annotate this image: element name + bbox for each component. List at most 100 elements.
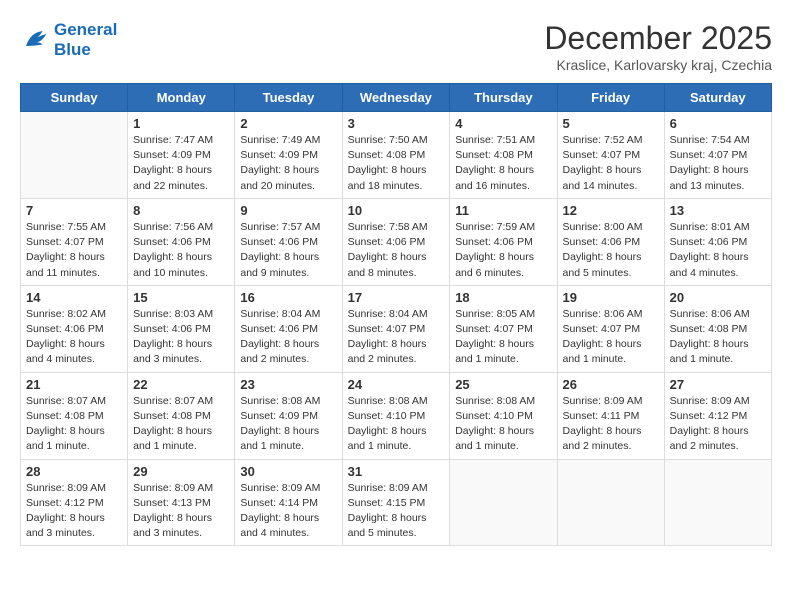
day-number: 9 (240, 203, 336, 218)
calendar-cell: 14 Sunrise: 8:02 AM Sunset: 4:06 PM Dayli… (21, 285, 128, 372)
day-info: Sunrise: 7:51 AM Sunset: 4:08 PM Dayligh… (455, 133, 551, 194)
weekday-header-friday: Friday (557, 84, 664, 112)
calendar-cell: 24 Sunrise: 8:08 AM Sunset: 4:10 PM Dayli… (342, 372, 450, 459)
day-number: 13 (670, 203, 766, 218)
day-number: 17 (348, 290, 445, 305)
day-number: 6 (670, 116, 766, 131)
calendar-cell: 8 Sunrise: 7:56 AM Sunset: 4:06 PM Daylig… (128, 198, 235, 285)
calendar-cell: 20Sunrise: 8:06 AM Sunset: 4:08 PM Dayli… (664, 285, 771, 372)
day-number: 14 (26, 290, 122, 305)
day-number: 12 (563, 203, 659, 218)
calendar-cell (557, 459, 664, 546)
calendar-table: SundayMondayTuesdayWednesdayThursdayFrid… (20, 83, 772, 546)
calendar-cell: 3 Sunrise: 7:50 AM Sunset: 4:08 PM Daylig… (342, 112, 450, 199)
page-header: General Blue December 2025 Kraslice, Kar… (20, 20, 772, 73)
weekday-header-row: SundayMondayTuesdayWednesdayThursdayFrid… (21, 84, 772, 112)
day-number: 15 (133, 290, 229, 305)
day-info: Sunrise: 8:08 AM Sunset: 4:10 PM Dayligh… (455, 394, 551, 455)
day-number: 31 (348, 464, 445, 479)
day-info: Sunrise: 8:02 AM Sunset: 4:06 PM Dayligh… (26, 307, 122, 368)
day-info: Sunrise: 7:55 AM Sunset: 4:07 PM Dayligh… (26, 220, 122, 281)
day-number: 18 (455, 290, 551, 305)
day-info: Sunrise: 7:52 AM Sunset: 4:07 PM Dayligh… (563, 133, 659, 194)
title-block: December 2025 Kraslice, Karlovarsky kraj… (544, 20, 772, 73)
day-number: 11 (455, 203, 551, 218)
calendar-cell: 21Sunrise: 8:07 AM Sunset: 4:08 PM Dayli… (21, 372, 128, 459)
weekday-header-monday: Monday (128, 84, 235, 112)
day-number: 1 (133, 116, 229, 131)
calendar-cell: 13Sunrise: 8:01 AM Sunset: 4:06 PM Dayli… (664, 198, 771, 285)
day-number: 10 (348, 203, 445, 218)
calendar-week-3: 14 Sunrise: 8:02 AM Sunset: 4:06 PM Dayli… (21, 285, 772, 372)
weekday-header-wednesday: Wednesday (342, 84, 450, 112)
calendar-cell: 7 Sunrise: 7:55 AM Sunset: 4:07 PM Daylig… (21, 198, 128, 285)
day-info: Sunrise: 8:09 AM Sunset: 4:13 PM Dayligh… (133, 481, 229, 542)
calendar-cell: 29 Sunrise: 8:09 AM Sunset: 4:13 PM Dayli… (128, 459, 235, 546)
day-info: Sunrise: 8:09 AM Sunset: 4:14 PM Dayligh… (240, 481, 336, 542)
day-info: Sunrise: 7:54 AM Sunset: 4:07 PM Dayligh… (670, 133, 766, 194)
month-title: December 2025 (544, 20, 772, 57)
calendar-cell: 17Sunrise: 8:04 AM Sunset: 4:07 PM Dayli… (342, 285, 450, 372)
calendar-cell: 27Sunrise: 8:09 AM Sunset: 4:12 PM Dayli… (664, 372, 771, 459)
day-info: Sunrise: 7:49 AM Sunset: 4:09 PM Dayligh… (240, 133, 336, 194)
day-info: Sunrise: 7:59 AM Sunset: 4:06 PM Dayligh… (455, 220, 551, 281)
calendar-week-5: 28Sunrise: 8:09 AM Sunset: 4:12 PM Dayli… (21, 459, 772, 546)
day-number: 25 (455, 377, 551, 392)
day-info: Sunrise: 8:09 AM Sunset: 4:15 PM Dayligh… (348, 481, 445, 542)
day-info: Sunrise: 8:00 AM Sunset: 4:06 PM Dayligh… (563, 220, 659, 281)
day-number: 19 (563, 290, 659, 305)
day-info: Sunrise: 8:09 AM Sunset: 4:12 PM Dayligh… (26, 481, 122, 542)
calendar-cell: 25 Sunrise: 8:08 AM Sunset: 4:10 PM Dayli… (450, 372, 557, 459)
day-number: 26 (563, 377, 659, 392)
day-number: 30 (240, 464, 336, 479)
calendar-cell: 5 Sunrise: 7:52 AM Sunset: 4:07 PM Daylig… (557, 112, 664, 199)
logo-icon (20, 25, 50, 55)
day-number: 7 (26, 203, 122, 218)
day-info: Sunrise: 8:06 AM Sunset: 4:07 PM Dayligh… (563, 307, 659, 368)
day-number: 8 (133, 203, 229, 218)
calendar-cell: 26 Sunrise: 8:09 AM Sunset: 4:11 PM Dayli… (557, 372, 664, 459)
calendar-cell: 19 Sunrise: 8:06 AM Sunset: 4:07 PM Dayli… (557, 285, 664, 372)
calendar-cell (21, 112, 128, 199)
day-info: Sunrise: 8:07 AM Sunset: 4:08 PM Dayligh… (26, 394, 122, 455)
weekday-header-sunday: Sunday (21, 84, 128, 112)
weekday-header-thursday: Thursday (450, 84, 557, 112)
weekday-header-tuesday: Tuesday (235, 84, 342, 112)
day-info: Sunrise: 7:50 AM Sunset: 4:08 PM Dayligh… (348, 133, 445, 194)
day-info: Sunrise: 8:08 AM Sunset: 4:10 PM Dayligh… (348, 394, 445, 455)
calendar-cell: 28Sunrise: 8:09 AM Sunset: 4:12 PM Dayli… (21, 459, 128, 546)
day-info: Sunrise: 7:56 AM Sunset: 4:06 PM Dayligh… (133, 220, 229, 281)
day-number: 16 (240, 290, 336, 305)
calendar-cell: 16Sunrise: 8:04 AM Sunset: 4:06 PM Dayli… (235, 285, 342, 372)
day-info: Sunrise: 7:57 AM Sunset: 4:06 PM Dayligh… (240, 220, 336, 281)
calendar-week-4: 21Sunrise: 8:07 AM Sunset: 4:08 PM Dayli… (21, 372, 772, 459)
day-number: 3 (348, 116, 445, 131)
calendar-cell: 4 Sunrise: 7:51 AM Sunset: 4:08 PM Daylig… (450, 112, 557, 199)
day-info: Sunrise: 7:58 AM Sunset: 4:06 PM Dayligh… (348, 220, 445, 281)
calendar-cell (664, 459, 771, 546)
calendar-cell: 31 Sunrise: 8:09 AM Sunset: 4:15 PM Dayli… (342, 459, 450, 546)
calendar-cell: 11 Sunrise: 7:59 AM Sunset: 4:06 PM Dayli… (450, 198, 557, 285)
day-info: Sunrise: 7:47 AM Sunset: 4:09 PM Dayligh… (133, 133, 229, 194)
logo: General Blue (20, 20, 117, 60)
calendar-cell: 23Sunrise: 8:08 AM Sunset: 4:09 PM Dayli… (235, 372, 342, 459)
calendar-cell: 22Sunrise: 8:07 AM Sunset: 4:08 PM Dayli… (128, 372, 235, 459)
day-number: 4 (455, 116, 551, 131)
calendar-cell: 30 Sunrise: 8:09 AM Sunset: 4:14 PM Dayli… (235, 459, 342, 546)
day-info: Sunrise: 8:06 AM Sunset: 4:08 PM Dayligh… (670, 307, 766, 368)
logo-text: General Blue (54, 20, 117, 60)
calendar-cell: 9 Sunrise: 7:57 AM Sunset: 4:06 PM Daylig… (235, 198, 342, 285)
day-info: Sunrise: 8:05 AM Sunset: 4:07 PM Dayligh… (455, 307, 551, 368)
calendar-week-2: 7 Sunrise: 7:55 AM Sunset: 4:07 PM Daylig… (21, 198, 772, 285)
weekday-header-saturday: Saturday (664, 84, 771, 112)
location-subtitle: Kraslice, Karlovarsky kraj, Czechia (544, 57, 772, 73)
day-number: 5 (563, 116, 659, 131)
day-info: Sunrise: 8:09 AM Sunset: 4:11 PM Dayligh… (563, 394, 659, 455)
day-number: 24 (348, 377, 445, 392)
calendar-cell: 12 Sunrise: 8:00 AM Sunset: 4:06 PM Dayli… (557, 198, 664, 285)
day-number: 29 (133, 464, 229, 479)
calendar-cell: 18 Sunrise: 8:05 AM Sunset: 4:07 PM Dayli… (450, 285, 557, 372)
day-number: 2 (240, 116, 336, 131)
calendar-cell: 2 Sunrise: 7:49 AM Sunset: 4:09 PM Daylig… (235, 112, 342, 199)
calendar-cell: 10 Sunrise: 7:58 AM Sunset: 4:06 PM Dayli… (342, 198, 450, 285)
